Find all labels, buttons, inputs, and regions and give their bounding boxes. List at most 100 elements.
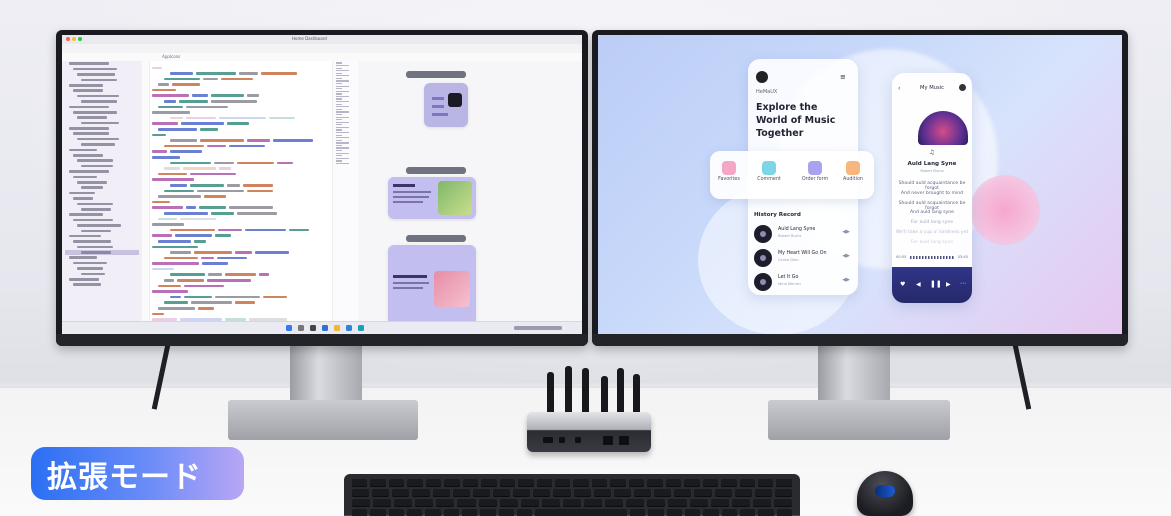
category-label: Comment: [757, 177, 781, 182]
keyboard-key: [610, 479, 626, 486]
minimap-line: [336, 70, 349, 72]
keyboard-key: [520, 499, 539, 506]
history-song: Auld Lang Syne: [778, 227, 816, 232]
category-favorites[interactable]: Favorites: [716, 161, 742, 182]
keyboard-key: [412, 489, 430, 496]
navigator-row-text: [77, 137, 119, 141]
code-token: [200, 139, 244, 142]
category-order-form[interactable]: Order form: [798, 161, 832, 182]
minimap-line: [336, 119, 342, 121]
keyboard-key: [689, 499, 708, 506]
heart-icon[interactable]: ♥: [900, 281, 905, 288]
minimap-line: [336, 88, 342, 90]
code-token: [235, 251, 252, 254]
player-artist: Robert Burns: [920, 169, 944, 173]
keyboard-key: [752, 499, 771, 506]
code-token: [152, 88, 176, 92]
app-icon[interactable]: [358, 325, 364, 331]
minimap-line: [336, 160, 342, 162]
keyboard-key: [480, 509, 496, 516]
play-icon[interactable]: ◀▶: [842, 253, 850, 259]
navigator-row-text: [69, 170, 109, 173]
category-comment[interactable]: Comment: [756, 161, 782, 182]
minimap-line: [336, 142, 349, 144]
code-token: [152, 262, 199, 265]
code-token: [237, 211, 277, 215]
history-artist: Robert Burns: [778, 234, 802, 238]
minimap-line: [336, 152, 349, 154]
keyboard-key: [674, 489, 692, 496]
more-icon[interactable]: ⋯: [960, 280, 966, 287]
keyboard-key: [630, 509, 646, 516]
minimap-line: [336, 124, 342, 126]
search-icon[interactable]: [298, 325, 304, 331]
history-item[interactable]: My Heart Will Go On Celine Dion ◀▶: [754, 249, 850, 269]
keyboard-key: [352, 499, 371, 506]
keyboard-key: [573, 489, 591, 496]
code-token: [198, 307, 214, 310]
system-tray[interactable]: [514, 326, 562, 330]
keyboard-key: [443, 509, 459, 516]
previous-icon[interactable]: ◀: [916, 281, 921, 288]
start-icon[interactable]: [286, 325, 292, 331]
code-token: [158, 172, 187, 176]
task-view-icon[interactable]: [310, 325, 316, 331]
keyboard-key: [694, 489, 712, 496]
minimap-line: [336, 62, 342, 64]
antenna: [633, 374, 640, 414]
time-total: 03:45: [957, 255, 968, 259]
folder-icon[interactable]: [334, 325, 340, 331]
keyboard-key: [352, 509, 368, 516]
navigator-row-text: [69, 256, 97, 260]
mode-badge: 拡張モード: [31, 447, 244, 500]
code-token: [158, 128, 197, 131]
profile-icon[interactable]: [959, 84, 966, 91]
minimap-line: [336, 132, 349, 134]
navigator-row[interactable]: [65, 282, 139, 287]
pink-orb: [970, 175, 1040, 245]
play-icon[interactable]: ◀▶: [842, 277, 850, 283]
album-art: [754, 249, 772, 267]
pause-icon[interactable]: ❚❚: [930, 280, 942, 288]
code-token: [158, 105, 183, 109]
code-token: [243, 183, 273, 187]
code-token: [180, 217, 216, 221]
close-icon[interactable]: [66, 37, 70, 41]
code-token: [170, 150, 202, 153]
code-token: [229, 144, 265, 148]
usb-c-port: [559, 437, 565, 443]
antenna: [582, 368, 589, 414]
next-icon[interactable]: ▶: [946, 281, 951, 288]
history-item[interactable]: Auld Lang Syne Robert Burns ◀▶: [754, 225, 850, 245]
edge-icon[interactable]: [322, 325, 328, 331]
minimap-line: [336, 126, 349, 129]
code-token: [152, 94, 189, 98]
antenna: [601, 376, 608, 414]
left-stand-neck: [290, 340, 362, 408]
code-token: [164, 279, 174, 282]
maximize-icon[interactable]: [78, 37, 82, 41]
avatar[interactable]: [756, 71, 768, 83]
keyboard-key: [684, 479, 700, 486]
minimize-icon[interactable]: [72, 37, 76, 41]
keyboard-key: [647, 479, 663, 486]
category-audition[interactable]: Audition: [840, 161, 866, 182]
minimap-line: [336, 106, 349, 108]
code-token: [152, 312, 164, 316]
play-icon[interactable]: ◀▶: [842, 229, 850, 235]
minimap-line: [336, 162, 349, 165]
store-icon[interactable]: [346, 325, 352, 331]
code-token: [186, 116, 216, 120]
lyric-line: For auld lang syne: [910, 239, 954, 245]
keyboard-key: [492, 489, 511, 496]
waveform-progress[interactable]: [910, 256, 954, 259]
minimap-line: [336, 111, 349, 113]
code-token: [164, 77, 200, 81]
history-item[interactable]: Let It Go Idina Menzel ◀▶: [754, 273, 850, 293]
code-token: [227, 183, 240, 187]
minimap-line: [336, 157, 349, 159]
keyboard-key: [533, 489, 551, 496]
menu-icon[interactable]: ≡: [840, 73, 846, 81]
code-token: [179, 100, 208, 103]
keyboard-key: [394, 499, 413, 506]
